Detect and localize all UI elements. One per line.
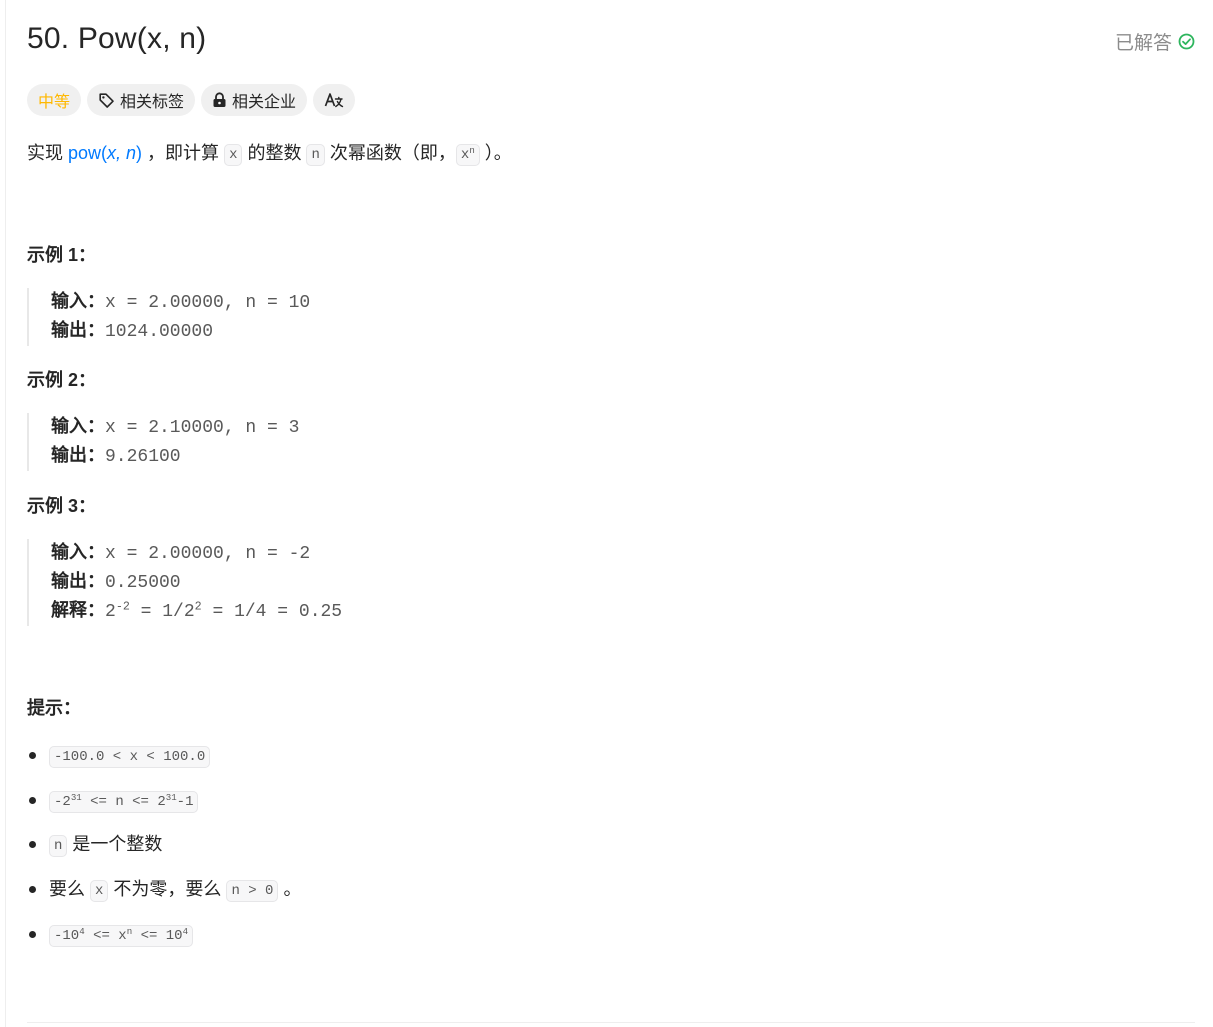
inline-code-n: n bbox=[306, 144, 325, 166]
code-part: <= 10 bbox=[132, 927, 183, 944]
tag-bar: 中等 相关标签 相关企业 bbox=[27, 84, 356, 116]
companies-tag-button[interactable]: 相关企业 bbox=[201, 84, 308, 116]
example-title: 示例 1： bbox=[27, 245, 97, 265]
constraint-item: 要么 x 不为零，要么 n > 0 。 bbox=[27, 874, 301, 919]
description-text: 次幂函数（即， bbox=[324, 143, 456, 163]
constraint-code: n bbox=[49, 835, 68, 858]
example-title: 示例 3： bbox=[27, 496, 97, 516]
description-text: ，即计算 bbox=[142, 143, 225, 163]
difficulty-label: 中等 bbox=[38, 94, 71, 111]
constraints-list: -100.0 < x < 100.0 -231 <= n <= 231-1 n … bbox=[27, 740, 301, 963]
constraint-code: n > 0 bbox=[226, 880, 279, 903]
constraint-item: -231 <= n <= 231-1 bbox=[27, 785, 301, 830]
problem-description: 实现 pow(x, n) ，即计算 x 的整数 n 次幂函数（即， xn ）。 bbox=[27, 140, 512, 168]
example-block: 输入：x = 2.00000, n = 10 输出：1024.00000 bbox=[27, 288, 310, 346]
section-divider bbox=[27, 1022, 1195, 1023]
explain-part: = 1/4 = 0.25 bbox=[201, 602, 343, 622]
code-part: -10 bbox=[54, 927, 80, 944]
example-input: x = 2.10000, n = 3 bbox=[105, 418, 300, 438]
bullet-icon bbox=[29, 796, 36, 804]
constraint-code: -231 <= n <= 231-1 bbox=[49, 790, 199, 813]
inline-code-xn: xn bbox=[455, 144, 480, 166]
panel-border bbox=[5, 0, 6, 1027]
constraint-text: 不为零，要么 bbox=[108, 879, 227, 900]
input-label: 输入： bbox=[51, 291, 105, 311]
example-explanation: 2-2 = 1/22 = 1/4 = 0.25 bbox=[105, 599, 343, 622]
pow-link-prefix: pow( bbox=[68, 143, 108, 163]
example-input: x = 2.00000, n = -2 bbox=[105, 544, 311, 564]
example-input: x = 2.00000, n = 10 bbox=[105, 293, 311, 313]
example-block: 输入：x = 2.10000, n = 3 输出：9.26100 bbox=[27, 413, 299, 471]
problem-page: 50. Pow(x, n) 已解答 中等 相关标签 相关企业 实现 pow(x,… bbox=[0, 0, 1213, 1027]
constraint-item: -100.0 < x < 100.0 bbox=[27, 740, 301, 785]
inline-code-x: x bbox=[224, 144, 243, 166]
output-label: 输出： bbox=[51, 320, 105, 340]
companies-label: 相关企业 bbox=[232, 94, 297, 111]
bullet-icon bbox=[29, 752, 36, 759]
pow-link[interactable]: pow(x, n) bbox=[68, 143, 142, 163]
constraint-item: -104 <= xn <= 104 bbox=[27, 919, 301, 964]
xn-exponent: n bbox=[469, 145, 475, 156]
output-label: 输出： bbox=[51, 445, 105, 465]
topics-tag-button[interactable]: 相关标签 bbox=[87, 84, 196, 116]
constraint-code: -100.0 < x < 100.0 bbox=[49, 746, 211, 768]
problem-title: 50. Pow(x, n) bbox=[27, 22, 207, 55]
bullet-icon bbox=[29, 886, 36, 894]
translate-button[interactable] bbox=[313, 84, 356, 116]
input-label: 输入： bbox=[51, 542, 105, 562]
code-exponent: 31 bbox=[165, 791, 177, 803]
explain-part: 2 bbox=[105, 602, 116, 622]
tag-icon bbox=[98, 92, 115, 109]
code-part: -1 bbox=[176, 793, 194, 810]
input-label: 输入： bbox=[51, 416, 105, 436]
explain-label: 解释： bbox=[51, 600, 105, 620]
example-output: 9.26100 bbox=[105, 447, 181, 467]
solved-label: 已解答 bbox=[1114, 33, 1172, 54]
constraint-text: 要么 bbox=[49, 879, 91, 900]
constraint-code: -104 <= xn <= 104 bbox=[49, 924, 194, 947]
code-exponent: 4 bbox=[182, 925, 189, 937]
topics-label: 相关标签 bbox=[120, 94, 185, 111]
solved-status: 已解答 bbox=[1115, 28, 1195, 55]
constraint-text: 。 bbox=[278, 879, 302, 900]
constraint-item: n 是一个整数 bbox=[27, 829, 301, 874]
example-block: 输入：x = 2.00000, n = -2 输出：0.25000 解释：2-2… bbox=[27, 539, 342, 626]
check-circle-icon bbox=[1178, 33, 1195, 50]
explain-exponent: -2 bbox=[115, 599, 130, 614]
description-text: 实现 bbox=[27, 143, 69, 163]
difficulty-tag[interactable]: 中等 bbox=[27, 84, 82, 116]
code-part: <= x bbox=[84, 927, 127, 944]
code-part: <= n <= 2 bbox=[81, 793, 166, 810]
code-exponent: 31 bbox=[70, 791, 82, 803]
code-part: -2 bbox=[54, 793, 71, 810]
constraint-text: 是一个整数 bbox=[67, 834, 163, 855]
explain-part: = 1/2 bbox=[129, 602, 195, 622]
lock-icon bbox=[212, 92, 227, 108]
explain-exponent: 2 bbox=[194, 599, 202, 614]
bullet-icon bbox=[29, 930, 36, 938]
constraint-code: x bbox=[90, 880, 109, 903]
constraints-title: 提示： bbox=[27, 698, 81, 718]
example-output: 0.25000 bbox=[105, 573, 181, 593]
translate-icon bbox=[324, 91, 344, 109]
description-text: 的整数 bbox=[242, 143, 307, 163]
example-output: 1024.00000 bbox=[105, 322, 214, 342]
output-label: 输出： bbox=[51, 571, 105, 591]
pow-link-args: x, n bbox=[107, 143, 137, 163]
description-text: ）。 bbox=[479, 143, 512, 163]
example-title: 示例 2： bbox=[27, 370, 97, 390]
bullet-icon bbox=[29, 841, 36, 849]
